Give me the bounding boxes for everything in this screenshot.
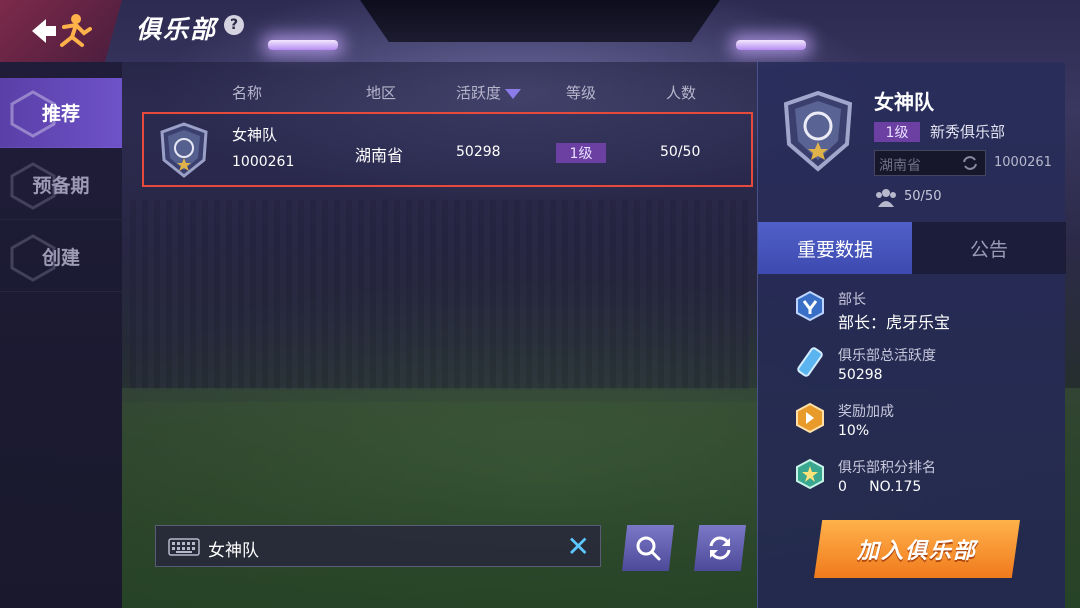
detail-club-name: 女神队 xyxy=(874,90,934,114)
column-header-region: 地区 xyxy=(366,84,397,102)
clear-icon[interactable]: ✕ xyxy=(567,533,590,561)
club-crest-icon xyxy=(783,90,853,172)
column-header-name: 名称 xyxy=(232,84,263,102)
refresh-button[interactable] xyxy=(694,525,746,571)
stat-label-captain: 部长 xyxy=(838,292,866,308)
tab-emblem-icon xyxy=(10,90,56,138)
back-button[interactable] xyxy=(0,0,122,62)
tab-key-data[interactable]: 重要数据 xyxy=(758,222,912,274)
sort-desc-icon[interactable] xyxy=(505,88,522,99)
sidebar: 推荐 预备期 创建 xyxy=(0,62,122,608)
page-title: 俱乐部 xyxy=(136,15,218,44)
stadium-light xyxy=(268,40,338,50)
stat-value-rank: 0 NO.175 xyxy=(838,479,922,495)
search-button[interactable] xyxy=(622,525,674,571)
swap-icon xyxy=(963,156,977,170)
stat-value-bonus: 10% xyxy=(838,423,870,439)
members-icon xyxy=(876,189,896,207)
stat-value-activity: 50298 xyxy=(838,367,883,383)
stat-label-bonus: 奖励加成 xyxy=(838,404,894,420)
column-header-activity-label: 活跃度 xyxy=(456,84,502,102)
help-icon[interactable]: ? xyxy=(224,15,244,35)
stadium-roof xyxy=(360,0,720,42)
tab-create[interactable]: 创建 xyxy=(0,222,122,292)
captain-icon xyxy=(796,290,824,322)
tab-notice[interactable]: 公告 xyxy=(912,222,1066,274)
club-detail-panel: 女神队 1级 新秀俱乐部 湖南省 1000261 50/50 重要数据 公告 部… xyxy=(757,62,1066,608)
keyboard-icon xyxy=(168,538,200,556)
tab-emblem-icon xyxy=(10,234,56,282)
detail-club-tier: 新秀俱乐部 xyxy=(930,123,1006,141)
rank-icon xyxy=(796,458,824,490)
search-input[interactable]: 女神队 ✕ xyxy=(155,525,601,567)
detail-level-badge: 1级 xyxy=(874,122,920,142)
column-header-activity[interactable]: 活跃度 xyxy=(456,82,522,103)
club-crest-icon xyxy=(160,122,208,178)
activity-icon xyxy=(797,347,823,377)
club-id: 1000261 xyxy=(232,154,295,170)
detail-members: 50/50 xyxy=(904,189,942,204)
club-region: 湖南省 xyxy=(355,146,404,165)
tab-probation[interactable]: 预备期 xyxy=(0,150,122,220)
stadium-light xyxy=(736,40,806,50)
club-level-badge: 1级 xyxy=(556,143,606,163)
detail-region: 湖南省 xyxy=(879,158,921,174)
stat-label-rank: 俱乐部积分排名 xyxy=(838,460,936,476)
bonus-icon xyxy=(796,402,824,434)
detail-club-id: 1000261 xyxy=(994,155,1052,170)
club-members: 50/50 xyxy=(660,144,701,160)
tab-emblem-icon xyxy=(10,162,56,210)
search-icon xyxy=(636,536,661,561)
stat-value-captain: 部长：虎牙乐宝 xyxy=(838,313,951,332)
back-runner-icon xyxy=(32,14,92,47)
column-header-members: 人数 xyxy=(666,84,697,102)
club-name: 女神队 xyxy=(232,126,278,144)
table-row[interactable]: 女神队 1000261 湖南省 50298 1级 50/50 xyxy=(142,112,753,187)
join-club-button[interactable]: 加入俱乐部 xyxy=(814,520,1020,578)
column-header-level: 等级 xyxy=(566,84,597,102)
search-value: 女神队 xyxy=(208,541,259,561)
stat-label-activity: 俱乐部总活跃度 xyxy=(838,348,936,364)
club-activity: 50298 xyxy=(456,144,501,160)
tab-recommended[interactable]: 推荐 xyxy=(0,78,122,148)
refresh-icon xyxy=(709,536,731,560)
detail-region-field: 湖南省 xyxy=(874,150,986,176)
